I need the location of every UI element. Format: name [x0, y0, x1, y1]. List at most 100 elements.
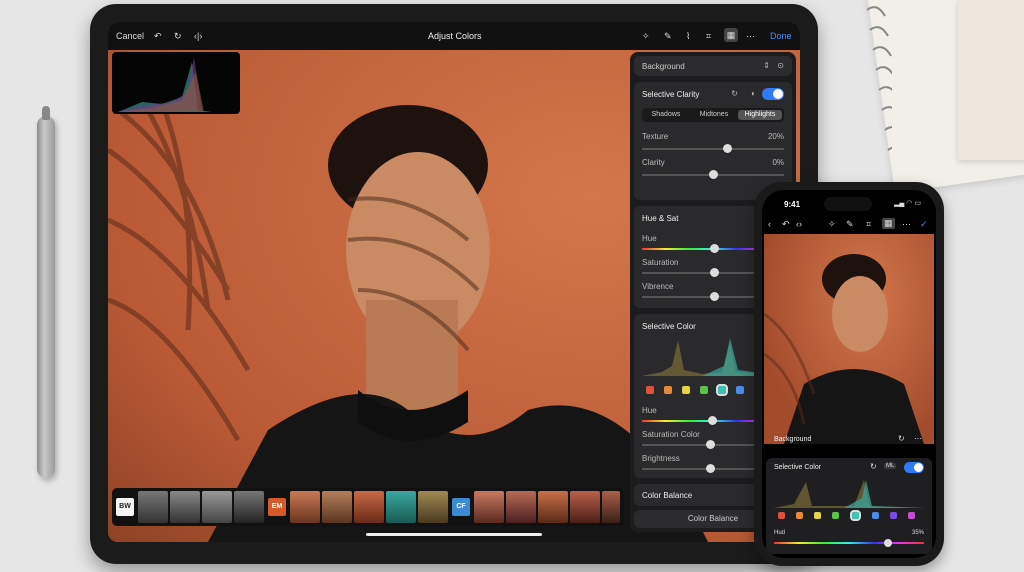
swatch-blue[interactable]: [872, 512, 879, 519]
crop-icon[interactable]: ⌗: [706, 31, 711, 42]
saturation-color-label: Saturation Color: [642, 430, 700, 439]
tab-highlights[interactable]: Highlights: [738, 110, 782, 120]
texture-slider-knob[interactable]: [723, 144, 732, 153]
iphone-screen: 9:41 ▂▄ ◠ ▭ ‹ ↶ ‹› ✧ ✎ ⌗ ▦ ⋯ ✓ Backgroun…: [762, 190, 936, 558]
swatch-cyan[interactable]: [850, 510, 861, 521]
brush-icon[interactable]: ✎: [846, 219, 854, 230]
iphone-portrait-illustration: [763, 254, 924, 444]
selective-clarity-toggle[interactable]: [762, 88, 784, 100]
reset-icon[interactable]: ↻: [731, 89, 738, 98]
notebook-page: [958, 0, 1024, 160]
magic-wand-icon[interactable]: ✧: [642, 31, 650, 42]
apple-pencil: [37, 106, 55, 478]
preset-thumb[interactable]: [570, 491, 600, 523]
preset-thumb[interactable]: [602, 491, 620, 523]
swatch-green[interactable]: [700, 386, 708, 394]
preset-group-bw[interactable]: BW: [116, 498, 134, 516]
color-balance-title: Color Balance: [642, 491, 693, 500]
eyedropper-icon[interactable]: ⌇: [686, 31, 690, 42]
hue-label: Hud: [774, 530, 786, 536]
tone-range-selector: Shadows Midtones Highlights: [642, 108, 784, 122]
brightness-label: Brightness: [642, 454, 680, 463]
preset-thumb[interactable]: [170, 491, 200, 523]
vibrance-label: Vibrence: [642, 282, 674, 291]
preset-thumb[interactable]: [322, 491, 352, 523]
cancel-button[interactable]: Cancel: [116, 31, 144, 41]
swatch-orange[interactable]: [796, 512, 803, 519]
clarity-slider[interactable]: [642, 170, 784, 179]
texture-slider[interactable]: [642, 144, 784, 153]
swatch-purple[interactable]: [890, 512, 897, 519]
preset-thumb[interactable]: [354, 491, 384, 523]
swatch-cyan[interactable]: [716, 384, 728, 396]
done-button[interactable]: Done: [770, 31, 792, 41]
more-icon[interactable]: ⋯: [914, 434, 922, 443]
preset-thumb[interactable]: [538, 491, 568, 523]
layer-selector[interactable]: Background ⇕ ⊙: [634, 56, 792, 76]
preset-thumb[interactable]: [418, 491, 448, 523]
adjust-layers-icon[interactable]: ▦: [882, 218, 895, 229]
preset-thumb[interactable]: [290, 491, 320, 523]
done-check-icon[interactable]: ✓: [920, 219, 928, 230]
more-icon[interactable]: ⋯: [746, 31, 755, 42]
tab-midtones[interactable]: Midtones: [692, 110, 736, 120]
sc-hue-knob[interactable]: [708, 416, 717, 425]
signal-wifi-battery-icon: ▂▄ ◠ ▭: [894, 200, 921, 207]
swatch-yellow[interactable]: [814, 512, 821, 519]
adjust-layers-icon[interactable]: ▦: [724, 28, 738, 42]
compare-icon[interactable]: ‹›: [796, 219, 802, 229]
magic-wand-icon[interactable]: ✧: [828, 219, 836, 230]
swatch-magenta[interactable]: [908, 512, 915, 519]
swatch-red[interactable]: [778, 512, 785, 519]
undo-icon[interactable]: ↶: [782, 219, 790, 230]
sort-icon[interactable]: ⇕: [763, 61, 770, 70]
crop-icon[interactable]: ⌗: [866, 219, 871, 230]
histogram: [112, 52, 240, 114]
preset-thumb[interactable]: [138, 491, 168, 523]
preset-group-cf[interactable]: CF: [452, 498, 470, 516]
layer-name: Background: [642, 62, 685, 71]
swatch-red[interactable]: [646, 386, 654, 394]
tab-shadows[interactable]: Shadows: [644, 110, 688, 120]
more-icon[interactable]: ⋯: [902, 219, 911, 230]
selective-color-toggle[interactable]: [904, 462, 924, 473]
swatch-orange[interactable]: [664, 386, 672, 394]
preset-thumb[interactable]: [202, 491, 232, 523]
preset-filmstrip[interactable]: BW EM CF: [112, 488, 624, 526]
sc-brightness-knob[interactable]: [706, 464, 715, 473]
back-icon[interactable]: ‹: [768, 219, 771, 229]
iphone-layer-name[interactable]: Background: [774, 436, 811, 443]
iphone-portrait-photo[interactable]: [763, 234, 934, 444]
swatch-green[interactable]: [832, 512, 839, 519]
swatch-blue[interactable]: [736, 386, 744, 394]
preset-thumb[interactable]: [474, 491, 504, 523]
mask-brush-icon[interactable]: ◐: [751, 89, 756, 98]
hue-slider-knob[interactable]: [710, 244, 719, 253]
home-indicator: [366, 533, 542, 536]
reset-icon[interactable]: ↻: [870, 462, 877, 471]
reset-icon[interactable]: ↻: [174, 31, 182, 42]
page-title: Adjust Colors: [428, 31, 482, 41]
preset-group-em[interactable]: EM: [268, 498, 286, 516]
saturation-slider-knob[interactable]: [710, 268, 719, 277]
vibrance-slider-knob[interactable]: [710, 292, 719, 301]
compare-icon[interactable]: ‹|›: [194, 31, 202, 41]
layer-options-icon[interactable]: ⊙: [777, 61, 784, 70]
swatch-yellow[interactable]: [682, 386, 690, 394]
sc-saturation-knob[interactable]: [706, 440, 715, 449]
hue-slider-knob[interactable]: [884, 539, 892, 547]
undo-icon[interactable]: ↶: [154, 31, 162, 42]
saturation-label: Saturation: [642, 258, 679, 267]
ipad-screen: Cancel ↶ ↻ ‹|› Adjust Colors ✧ ✎ ⌇ ⌗ ▦ ⋯…: [108, 22, 800, 542]
clarity-slider-knob[interactable]: [709, 170, 718, 179]
hue-slider[interactable]: [774, 539, 924, 547]
preset-thumb[interactable]: [506, 491, 536, 523]
ml-button[interactable]: ML: [884, 463, 897, 469]
reset-icon[interactable]: ↻: [898, 434, 905, 443]
status-time: 9:41: [784, 200, 801, 209]
iphone-toolbar: ‹ ↶ ‹› ✧ ✎ ⌗ ▦ ⋯ ✓: [762, 218, 936, 232]
preset-thumb[interactable]: [234, 491, 264, 523]
preset-thumb[interactable]: [386, 491, 416, 523]
hue-label: Hue: [642, 406, 657, 415]
brush-icon[interactable]: ✎: [664, 31, 672, 42]
